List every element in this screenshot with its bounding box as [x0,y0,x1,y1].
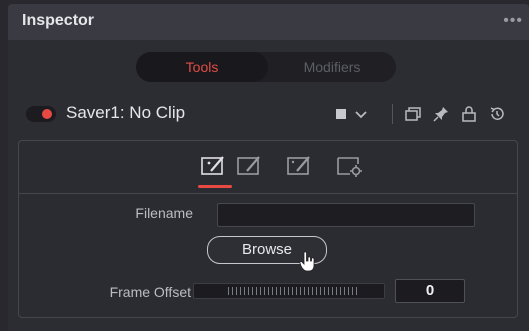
filename-label: Filename [135,205,193,221]
brush-icon[interactable] [235,151,265,181]
frame-offset-label: Frame Offset [109,284,191,300]
tool-name: Saver1: No Clip [66,103,186,122]
tab-bar: Tools Modifiers [136,52,396,82]
toggle-dot [42,109,52,119]
tool-header-row: Saver1: No Clip [8,96,529,132]
brush-alt-icon[interactable] [285,151,315,181]
chevron-down-icon[interactable] [352,105,370,123]
reset-icon[interactable] [488,105,506,123]
color-swatch-icon[interactable] [333,105,351,123]
filename-field[interactable] [217,203,475,227]
slider-ticks [228,287,358,295]
tab-tools[interactable]: Tools [136,52,268,82]
settings-page-icon[interactable] [335,151,365,181]
brush-settings-icon[interactable] [199,151,229,181]
frame-offset-input[interactable]: 0 [395,279,465,303]
lock-icon[interactable] [460,105,478,123]
windows-icon[interactable] [404,105,422,123]
pin-icon[interactable] [432,105,450,123]
control-page-tabs [19,141,517,194]
tab-modifiers[interactable]: Modifiers [268,52,396,82]
frame-offset-slider[interactable] [193,283,385,299]
panel-title: Inspector [22,12,95,29]
mouse-cursor-icon [299,251,315,272]
divider [392,104,393,124]
tool-controls: Filename Browse Frame Offset 0 [18,140,518,318]
panel-header: Inspector ••• [8,4,529,40]
more-options-icon[interactable]: ••• [503,12,523,30]
tool-enable-toggle[interactable] [26,106,56,122]
active-page-indicator [198,185,232,188]
inspector-panel: Inspector ••• Tools Modifiers Saver1: No… [0,0,529,331]
